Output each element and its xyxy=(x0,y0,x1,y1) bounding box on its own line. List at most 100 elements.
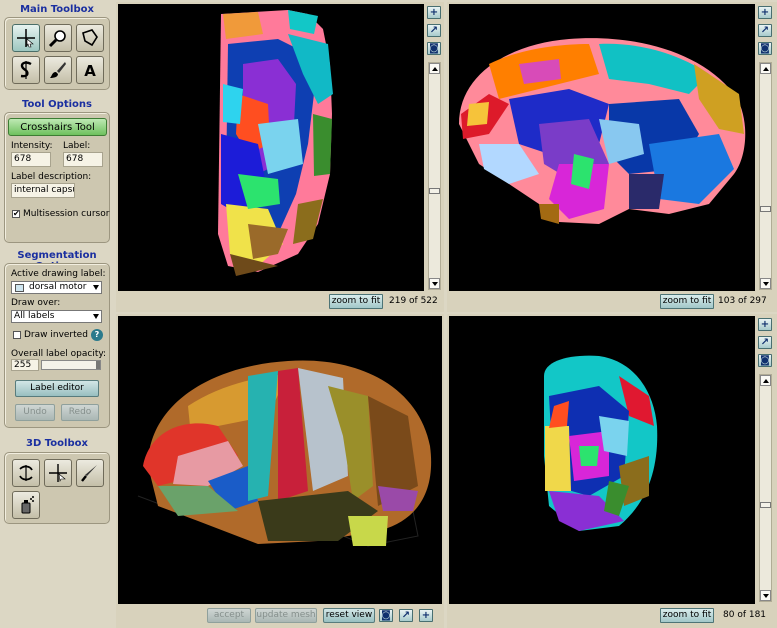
crosshairs-tool-button[interactable] xyxy=(12,24,40,52)
brain-slice-sagittal-image xyxy=(459,38,746,224)
toolbox-3d-title: 3D Toolbox xyxy=(26,438,88,449)
chevron-down-icon xyxy=(93,314,99,319)
popout-icon[interactable]: ↗ xyxy=(758,336,772,349)
render-canvas-3d[interactable] xyxy=(118,316,442,604)
brain-slice-axial-image xyxy=(544,355,658,531)
label-field[interactable]: 678 xyxy=(63,152,103,167)
itk-snap-window: Main Toolbox A Tool Options Crosshairs T… xyxy=(0,0,777,628)
opacity-field[interactable]: 255 xyxy=(11,359,39,371)
crosshairs-3d-tool-button[interactable] xyxy=(44,459,72,487)
reset-view-button[interactable]: reset view xyxy=(323,608,375,623)
redo-button[interactable]: Redo xyxy=(61,404,99,421)
slice-scrollbar[interactable] xyxy=(759,374,772,602)
paintbrush-icon xyxy=(50,62,66,78)
spray-paint-tool-button[interactable] xyxy=(12,491,40,519)
main-toolbox-panel: A xyxy=(4,17,110,90)
paintbrush-tool-button[interactable] xyxy=(44,56,72,84)
scroll-up-arrow[interactable] xyxy=(760,375,771,386)
view-3d: accept update mesh reset view ◙ ↗ + xyxy=(116,314,444,628)
popout-icon[interactable]: ↗ xyxy=(758,24,772,37)
text-annotation-icon: A xyxy=(84,62,96,80)
scalpel-tool-button[interactable] xyxy=(76,459,104,487)
rotate-icon xyxy=(19,465,33,481)
scroll-up-arrow[interactable] xyxy=(760,63,771,74)
label-caption: Label: xyxy=(63,141,91,151)
zoom-to-fit-button[interactable]: zoom to fit xyxy=(660,608,714,623)
scroll-down-arrow[interactable] xyxy=(760,278,771,289)
expand-view-icon[interactable]: + xyxy=(427,6,441,19)
expand-view-icon[interactable]: + xyxy=(419,609,433,622)
slice-canvas-coronal[interactable] xyxy=(118,4,424,291)
slice-counter: 103 of 297 xyxy=(718,296,767,306)
update-mesh-button[interactable]: update mesh xyxy=(255,608,317,623)
crosshairs-icon xyxy=(17,29,35,48)
multisession-label: Multisession cursor xyxy=(23,209,110,219)
main-toolbox-title: Main Toolbox xyxy=(20,4,94,15)
opacity-slider[interactable] xyxy=(41,360,101,370)
opacity-caption: Overall label opacity: xyxy=(11,349,107,359)
active-label-caption: Active drawing label: xyxy=(11,269,106,279)
zoom-to-fit-button[interactable]: zoom to fit xyxy=(329,294,383,309)
trackball-tool-button[interactable] xyxy=(12,459,40,487)
intensity-field[interactable]: 678 xyxy=(11,152,51,167)
annotation-tool-button[interactable]: A xyxy=(76,56,104,84)
zoom-to-fit-button[interactable]: zoom to fit xyxy=(660,294,714,309)
scroll-up-arrow[interactable] xyxy=(429,63,440,74)
screenshot-icon[interactable]: ◙ xyxy=(379,609,393,622)
draw-inverted-label: Draw inverted xyxy=(24,330,88,340)
opacity-slider-thumb[interactable] xyxy=(96,361,100,369)
active-tool-button[interactable]: Crosshairs Tool xyxy=(8,118,107,136)
slice-canvas-sagittal[interactable] xyxy=(449,4,755,291)
scroll-thumb[interactable] xyxy=(429,188,440,194)
help-icon[interactable]: ? xyxy=(91,329,103,341)
draw-inverted-checkbox[interactable] xyxy=(13,331,21,339)
expand-view-icon[interactable]: + xyxy=(758,6,772,19)
brain-3d-render-image xyxy=(137,360,432,547)
undo-button[interactable]: Undo xyxy=(15,404,55,421)
expand-view-icon[interactable]: + xyxy=(758,318,772,331)
view-axial: + ↗ ◙ zoom to fit 80 of 181 xyxy=(447,314,777,628)
scalpel-icon xyxy=(81,465,97,482)
magnifier-icon xyxy=(48,30,66,48)
toolbox-3d-panel xyxy=(4,452,110,524)
accept-button[interactable]: accept xyxy=(207,608,251,623)
scroll-down-arrow[interactable] xyxy=(429,278,440,289)
svg-text:A: A xyxy=(84,62,96,80)
screenshot-icon[interactable]: ◙ xyxy=(427,42,441,55)
sidebar: Main Toolbox A Tool Options Crosshairs T… xyxy=(0,0,114,628)
slice-canvas-axial[interactable] xyxy=(449,316,755,604)
label-description-field[interactable]: internal capsule xyxy=(11,183,75,198)
intensity-caption: Intensity: xyxy=(11,141,53,151)
popout-icon[interactable]: ↗ xyxy=(427,24,441,37)
slice-counter: 219 of 522 xyxy=(389,296,438,306)
draw-over-value: All labels xyxy=(14,311,55,321)
slice-scrollbar[interactable] xyxy=(428,62,441,290)
segmentation-options-panel: Active drawing label: dorsal motor Draw … xyxy=(4,263,110,428)
draw-over-caption: Draw over: xyxy=(11,298,61,308)
screenshot-icon[interactable]: ◙ xyxy=(758,42,772,55)
zoom-tool-button[interactable] xyxy=(44,24,72,52)
popout-icon[interactable]: ↗ xyxy=(399,609,413,622)
polygon-icon xyxy=(82,29,98,47)
label-editor-button[interactable]: Label editor xyxy=(15,380,99,397)
scroll-thumb[interactable] xyxy=(760,502,771,508)
tool-options-title: Tool Options xyxy=(22,99,92,110)
active-label-select[interactable]: dorsal motor xyxy=(11,281,102,294)
screenshot-icon[interactable]: ◙ xyxy=(758,354,772,367)
polygon-tool-button[interactable] xyxy=(76,24,104,52)
multisession-checkbox[interactable]: ✔ xyxy=(12,210,20,218)
chevron-down-icon xyxy=(93,285,99,290)
snake-icon xyxy=(20,61,32,79)
scroll-thumb[interactable] xyxy=(760,206,771,212)
view-axial-sidebar: + ↗ ◙ xyxy=(757,316,774,604)
view-coronal: + ↗ ◙ zoom to fit 219 of 522 xyxy=(116,2,444,312)
view-sagittal: + ↗ ◙ zoom to fit 103 of 297 xyxy=(447,2,777,312)
brain-slice-coronal-image xyxy=(218,10,333,276)
snake-tool-button[interactable] xyxy=(12,56,40,84)
slice-scrollbar[interactable] xyxy=(759,62,772,290)
view-sagittal-sidebar: + ↗ ◙ xyxy=(757,4,774,291)
draw-over-select[interactable]: All labels xyxy=(11,310,102,323)
label-description-caption: Label description: xyxy=(11,172,92,182)
slice-counter: 80 of 181 xyxy=(723,610,767,620)
scroll-down-arrow[interactable] xyxy=(760,590,771,601)
